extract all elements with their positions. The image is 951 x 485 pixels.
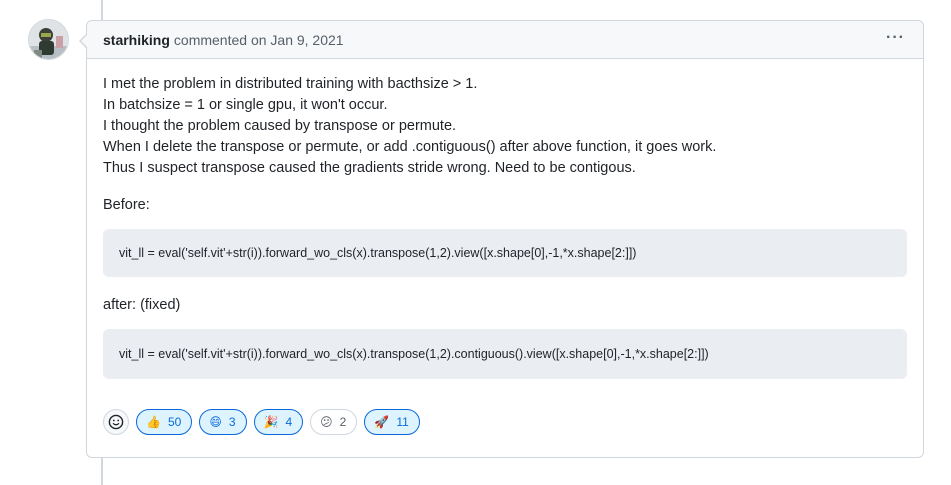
- confused-icon: 😕: [320, 414, 333, 429]
- author-link[interactable]: starhiking: [103, 32, 170, 48]
- comment-line: Thus I suspect transpose caused the grad…: [103, 160, 636, 176]
- reaction-hooray-button[interactable]: 🎉 4: [253, 409, 304, 435]
- comment-header: starhiking commented on Jan 9, 2021 ···: [87, 21, 923, 59]
- more-options-icon[interactable]: ···: [886, 30, 905, 46]
- reaction-count: 11: [396, 414, 409, 429]
- comment-line: In batchsize = 1 or single gpu, it won't…: [103, 97, 388, 113]
- before-label: Before:: [103, 197, 150, 213]
- hooray-icon: 🎉: [263, 414, 279, 429]
- reaction-count: 50: [167, 414, 182, 429]
- reaction-count: 3: [228, 414, 236, 429]
- reaction-rocket-button[interactable]: 🚀 11: [364, 409, 420, 435]
- reaction-count: 4: [285, 414, 293, 429]
- comment-line: I met the problem in distributed trainin…: [103, 76, 478, 92]
- smiley-icon: [108, 414, 124, 430]
- comment-meta[interactable]: commented on Jan 9, 2021: [174, 32, 344, 48]
- avatar-image: [29, 20, 68, 59]
- comment-body: I met the problem in distributed trainin…: [87, 59, 923, 435]
- comment-line: When I delete the transpose or permute, …: [103, 139, 717, 155]
- code-block-after: vit_ll = eval('self.vit'+str(i)).forward…: [103, 329, 907, 379]
- rocket-icon: 🚀: [374, 414, 390, 429]
- comment-paragraph: I met the problem in distributed trainin…: [103, 74, 907, 179]
- comment-box: starhiking commented on Jan 9, 2021 ··· …: [79, 20, 924, 458]
- reaction-confused-button[interactable]: 😕 2: [310, 409, 358, 435]
- reaction-laugh-button[interactable]: 😄 3: [199, 409, 247, 435]
- add-reaction-button[interactable]: [103, 409, 129, 435]
- avatar[interactable]: [28, 19, 69, 60]
- reaction-count: 2: [339, 414, 347, 429]
- reaction-thumbs-up-button[interactable]: 👍 50: [136, 409, 193, 435]
- after-label: after: (fixed): [103, 297, 181, 313]
- thumbs-up-icon: 👍: [146, 414, 161, 429]
- reactions-bar: 👍 50 😄 3 🎉 4 😕 2 🚀 11: [103, 409, 907, 435]
- code-block-before: vit_ll = eval('self.vit'+str(i)).forward…: [103, 229, 907, 277]
- comment-line: I thought the problem caused by transpos…: [103, 118, 457, 134]
- laugh-icon: 😄: [209, 414, 222, 429]
